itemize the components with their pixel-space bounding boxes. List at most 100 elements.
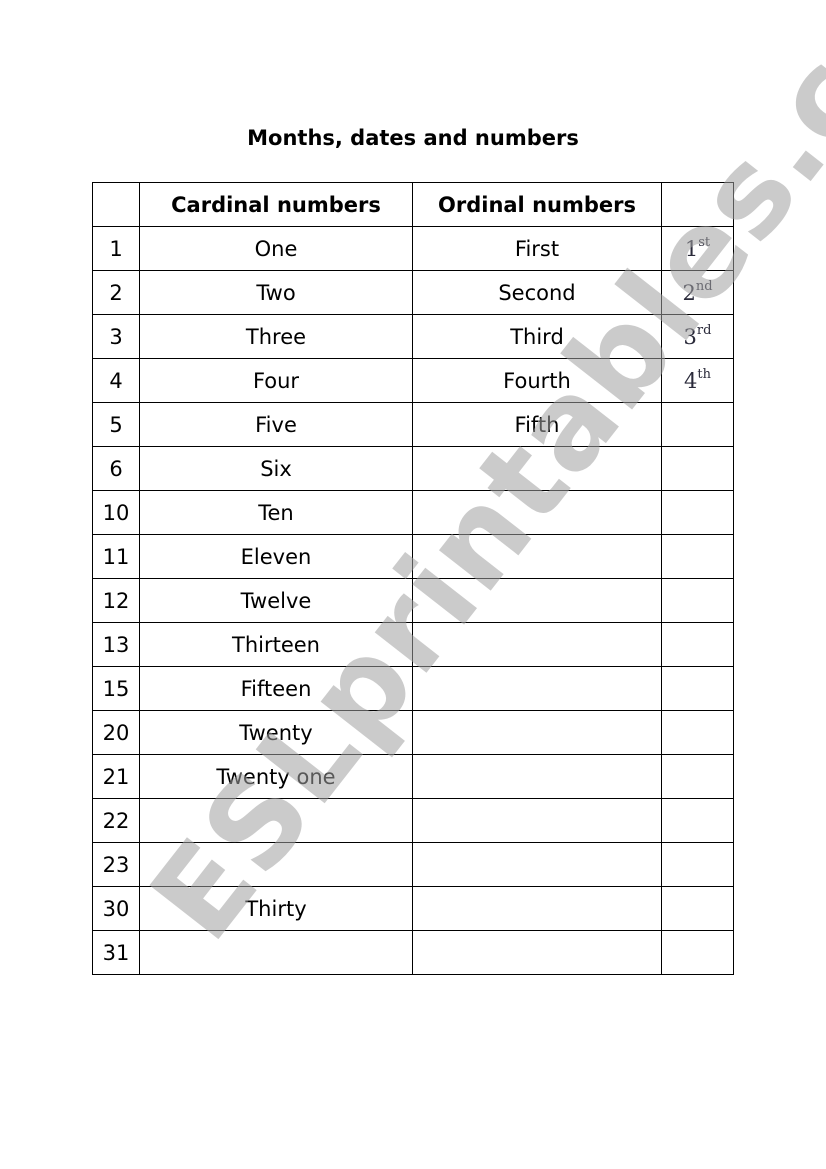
ordinal-cell: First	[412, 226, 662, 271]
cardinal-cell: Four	[139, 358, 413, 403]
abbreviation-cell	[661, 490, 734, 535]
table-row: 13 Thirteen	[92, 622, 734, 667]
number-cell: 13	[92, 622, 140, 667]
ordinal-cell: Fourth	[412, 358, 662, 403]
abbreviation-cell	[661, 842, 734, 887]
abbreviation-suffix: th	[697, 366, 711, 382]
abbreviation-cell: 2nd	[661, 270, 734, 315]
abbreviation-suffix: rd	[696, 322, 712, 338]
number-cell: 3	[92, 314, 140, 359]
ordinal-cell	[412, 842, 662, 887]
number-cell: 6	[92, 446, 140, 491]
cardinal-cell	[139, 930, 413, 975]
cardinal-cell: Thirteen	[139, 622, 413, 667]
abbreviation-cell	[661, 446, 734, 491]
number-cell: 21	[92, 754, 140, 799]
table-row: 6 Six	[92, 446, 734, 491]
cardinal-cell: Eleven	[139, 534, 413, 579]
number-cell: 23	[92, 842, 140, 887]
table-row: 1 One First 1st	[92, 226, 734, 271]
cardinal-cell: Six	[139, 446, 413, 491]
ordinal-cell	[412, 930, 662, 975]
cardinal-cell: Three	[139, 314, 413, 359]
table-row: 4 Four Fourth 4th	[92, 358, 734, 403]
table-row: 11 Eleven	[92, 534, 734, 579]
abbreviation-cell	[661, 666, 734, 711]
table-row: 23	[92, 842, 734, 887]
number-cell: 4	[92, 358, 140, 403]
ordinal-cell	[412, 710, 662, 755]
table-row: 20 Twenty	[92, 710, 734, 755]
table-row: 21 Twenty one	[92, 754, 734, 799]
number-cell: 5	[92, 402, 140, 447]
number-cell: 20	[92, 710, 140, 755]
ordinal-cell	[412, 622, 662, 667]
number-cell: 2	[92, 270, 140, 315]
table-row: 15 Fifteen	[92, 666, 734, 711]
abbreviation-cell	[661, 930, 734, 975]
table-row: 10 Ten	[92, 490, 734, 535]
table-row: 3 Three Third 3rd	[92, 314, 734, 359]
table-row: 30 Thirty	[92, 886, 734, 931]
cardinal-cell: Ten	[139, 490, 413, 535]
cardinal-cell: Two	[139, 270, 413, 315]
cardinal-cell: Five	[139, 402, 413, 447]
header-abbreviation	[661, 182, 734, 227]
ordinal-cell	[412, 534, 662, 579]
abbreviation-number: 4	[684, 368, 698, 393]
cardinal-cell: Thirty	[139, 886, 413, 931]
ordinal-cell: Fifth	[412, 402, 662, 447]
abbreviation-number: 2	[682, 280, 696, 305]
cardinal-cell: Twenty one	[139, 754, 413, 799]
ordinal-cell	[412, 754, 662, 799]
abbreviation-cell	[661, 754, 734, 799]
abbreviation-cell: 1st	[661, 226, 734, 271]
abbreviation-cell	[661, 798, 734, 843]
abbreviation-cell	[661, 534, 734, 579]
numbers-table: Cardinal numbers Ordinal numbers 1 One Fir…	[92, 182, 734, 975]
number-cell: 12	[92, 578, 140, 623]
cardinal-cell: One	[139, 226, 413, 271]
cardinal-cell	[139, 798, 413, 843]
table-row: 31	[92, 930, 734, 975]
ordinal-cell	[412, 666, 662, 711]
abbreviation-cell	[661, 710, 734, 755]
abbreviation-cell	[661, 578, 734, 623]
cardinal-cell: Twelve	[139, 578, 413, 623]
ordinal-cell	[412, 886, 662, 931]
ordinal-cell: Second	[412, 270, 662, 315]
header-row: Cardinal numbers Ordinal numbers	[92, 182, 734, 227]
header-number	[92, 182, 140, 227]
number-cell: 1	[92, 226, 140, 271]
ordinal-cell	[412, 446, 662, 491]
cardinal-cell	[139, 842, 413, 887]
number-cell: 30	[92, 886, 140, 931]
number-cell: 10	[92, 490, 140, 535]
ordinal-cell	[412, 798, 662, 843]
abbreviation-number: 3	[683, 324, 697, 349]
ordinal-cell	[412, 490, 662, 535]
table-row: 12 Twelve	[92, 578, 734, 623]
abbreviation-cell: 3rd	[661, 314, 734, 359]
cardinal-cell: Fifteen	[139, 666, 413, 711]
ordinal-cell	[412, 578, 662, 623]
abbreviation-cell	[661, 622, 734, 667]
abbreviation-cell	[661, 402, 734, 447]
table-row: 2 Two Second 2nd	[92, 270, 734, 315]
ordinal-cell: Third	[412, 314, 662, 359]
abbreviation-suffix: nd	[695, 278, 713, 294]
number-cell: 11	[92, 534, 140, 579]
page-title: Months, dates and numbers	[247, 126, 579, 150]
number-cell: 22	[92, 798, 140, 843]
number-cell: 15	[92, 666, 140, 711]
abbreviation-number: 1	[684, 236, 699, 261]
table-row: 5 Five Fifth	[92, 402, 734, 447]
abbreviation-suffix: st	[698, 234, 711, 250]
abbreviation-cell	[661, 886, 734, 931]
table-row: 22	[92, 798, 734, 843]
abbreviation-cell: 4th	[661, 358, 734, 403]
cardinal-cell: Twenty	[139, 710, 413, 755]
number-cell: 31	[92, 930, 140, 975]
header-cardinal: Cardinal numbers	[139, 182, 413, 227]
header-ordinal: Ordinal numbers	[412, 182, 662, 227]
